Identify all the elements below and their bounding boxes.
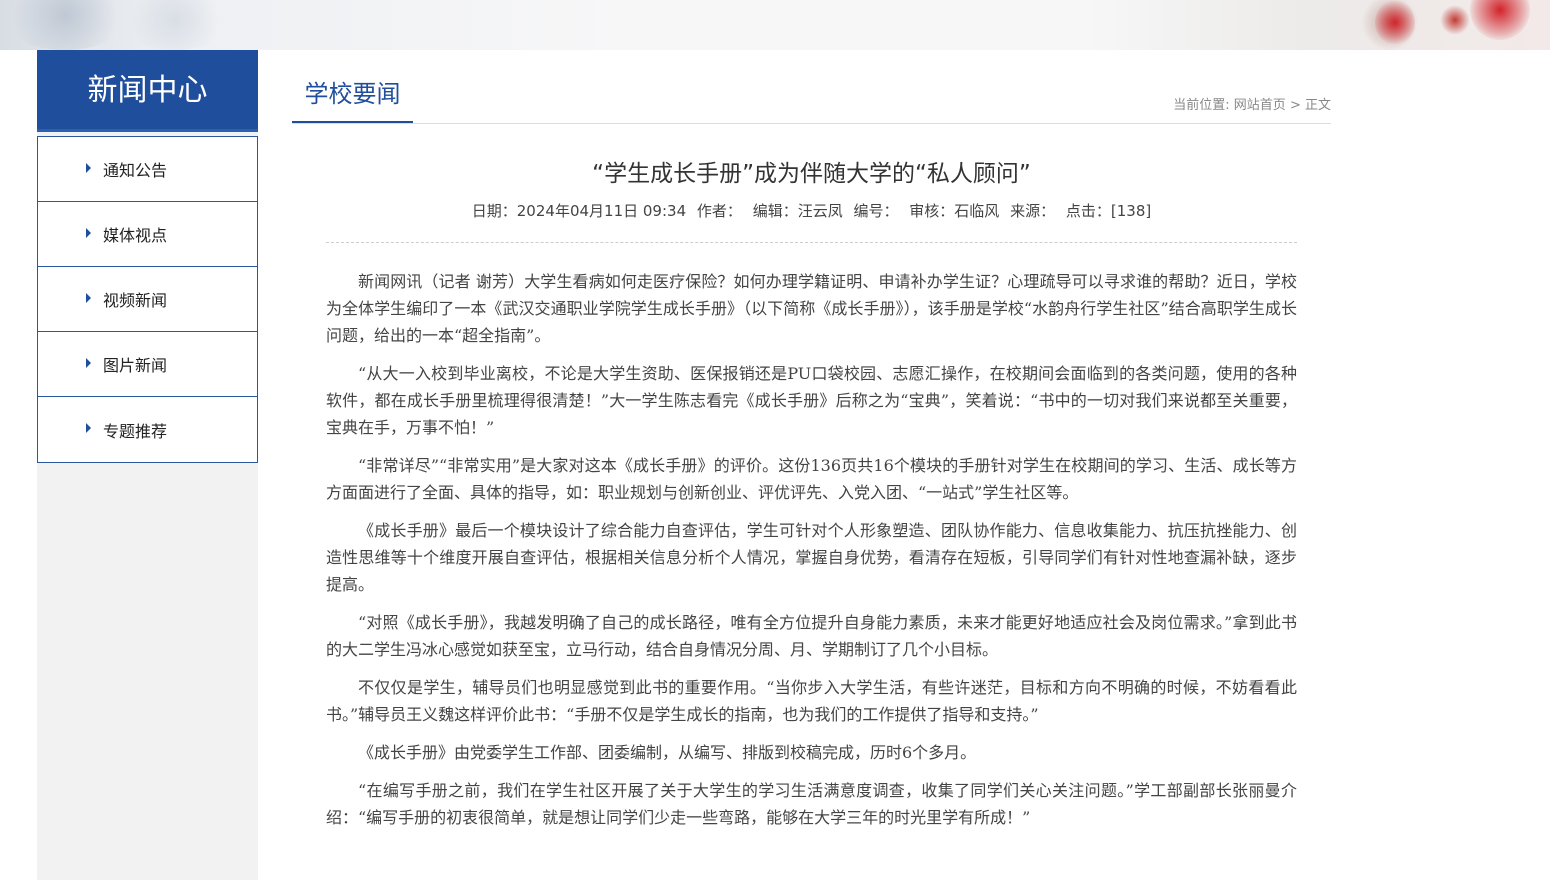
caret-right-icon <box>86 358 91 368</box>
sidebar-item-label: 视频新闻 <box>103 291 168 310</box>
meta-author: 作者： <box>696 202 742 220</box>
article-body: 新闻网讯（记者 谢芳）大学生看病如何走医疗保险？如何办理学籍证明、申请补办学生证… <box>326 268 1297 842</box>
meta-editor: 编辑：汪云凤 <box>752 202 843 220</box>
article-paragraph: 《成长手册》由党委学生工作部、团委编制，从编写、排版到校稿完成，历时6个多月。 <box>358 743 977 762</box>
section-title: 学校要闻 <box>304 80 401 108</box>
meta-clicks: 点击：[138] <box>1065 202 1152 220</box>
caret-right-icon <box>86 163 91 173</box>
sidebar-item-notices[interactable]: 通知公告 <box>38 137 257 202</box>
sidebar-item-label: 通知公告 <box>103 161 168 180</box>
article-paragraph: “对照《成长手册》，我越发明确了自己的成长路径，唯有全方位提升自身能力素质，未来… <box>326 613 1297 659</box>
article-title: “学生成长手册”成为伴随大学的“私人顾问” <box>592 161 1031 187</box>
sidebar-item-photo-news[interactable]: 图片新闻 <box>38 332 257 397</box>
header-banner <box>0 0 1550 50</box>
article-paragraph: 不仅仅是学生，辅导员们也明显感觉到此书的重要作用。“当你步入大学生活，有些许迷茫… <box>326 678 1297 724</box>
caret-right-icon <box>86 228 91 238</box>
banner-flower-decoration <box>1375 0 1415 45</box>
sidebar-item-label: 专题推荐 <box>103 421 168 441</box>
article-paragraph: “在编写手册之前，我们在学生社区开展了关于大学生的学习生活满意度调查，收集了同学… <box>326 781 1297 827</box>
sidebar-menu: 通知公告 媒体视点 视频新闻 图片新闻 专题推荐 <box>37 136 258 463</box>
article-paragraph: 《成长手册》最后一个模块设计了综合能力自查评估，学生可针对个人形象塑造、团队协作… <box>326 521 1297 594</box>
breadcrumb-home-link[interactable]: 网站首页 <box>1234 98 1286 113</box>
banner-flower-decoration <box>0 0 130 50</box>
sidebar-item-label: 图片新闻 <box>103 356 168 375</box>
breadcrumb: 当前位置: 网站首页 > 正文 <box>1173 94 1331 113</box>
meta-reviewer: 审核：石临风 <box>909 202 1000 220</box>
article-paragraph: 新闻网讯（记者 谢芳）大学生看病如何走医疗保险？如何办理学籍证明、申请补办学生证… <box>326 272 1297 345</box>
sidebar-title: 新闻中心 <box>37 50 258 132</box>
article-paragraph: “非常详尽”“非常实用”是大家对这本《成长手册》的评价。这份136页共16个模块… <box>326 456 1297 502</box>
caret-right-icon <box>86 293 91 303</box>
banner-flower-decoration <box>120 0 230 50</box>
breadcrumb-prefix: 当前位置: <box>1173 98 1234 113</box>
sidebar-item-video-news[interactable]: 视频新闻 <box>38 267 257 332</box>
breadcrumb-separator: > <box>1285 98 1305 113</box>
sidebar-item-topics[interactable]: 专题推荐 <box>38 397 257 462</box>
meta-number: 编号： <box>853 202 899 220</box>
breadcrumb-current: 正文 <box>1304 98 1331 113</box>
banner-flower-decoration <box>1470 0 1530 40</box>
meta-divider <box>326 242 1297 243</box>
section-divider <box>292 123 1331 124</box>
article-meta: 日期：2024年04月11日 09:34 作者： 编辑：汪云凤 编号： 审核：石… <box>326 200 1297 221</box>
meta-source: 来源： <box>1010 202 1056 220</box>
banner-flower-decoration <box>1440 5 1470 35</box>
sidebar-item-label: 媒体视点 <box>103 226 168 245</box>
meta-date: 日期：2024年04月11日 09:34 <box>471 202 687 220</box>
caret-right-icon <box>86 423 91 433</box>
sidebar-item-media[interactable]: 媒体视点 <box>38 202 257 267</box>
article-paragraph: “从大一入校到毕业离校，不论是大学生资助、医保报销还是PU口袋校园、志愿汇操作，… <box>326 364 1297 437</box>
